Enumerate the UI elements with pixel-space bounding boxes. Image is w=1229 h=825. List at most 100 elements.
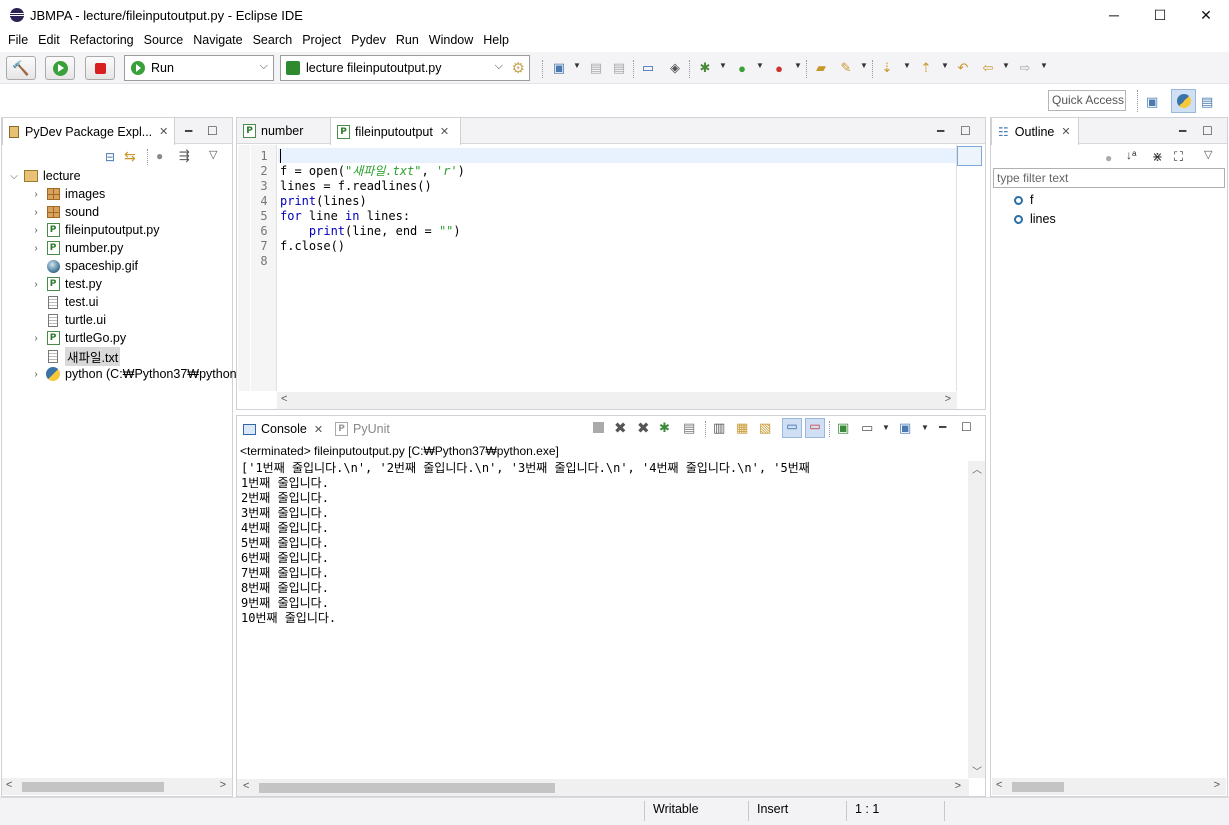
menu-navigate[interactable]: Navigate: [188, 33, 247, 47]
pydev-perspective-button[interactable]: [1171, 89, 1196, 113]
code-area[interactable]: f = open("새파일.txt", 'r') lines = f.readl…: [280, 146, 955, 389]
dropdown-arrow-icon[interactable]: ▼: [756, 61, 764, 70]
scroll-right-icon[interactable]: >: [955, 780, 961, 792]
last-edit-icon[interactable]: ↶: [955, 60, 971, 76]
menu-run[interactable]: Run: [391, 33, 424, 47]
new-wizard-icon[interactable]: ▣: [551, 60, 567, 76]
run-mode-combo[interactable]: Run ⌵: [124, 55, 274, 81]
tree-item[interactable]: spaceship.gif: [30, 257, 138, 275]
dropdown-arrow-icon[interactable]: ▼: [903, 61, 911, 70]
close-button[interactable]: ✕: [1183, 0, 1229, 30]
maximize-icon[interactable]: ☐: [1202, 124, 1213, 138]
dropdown-arrow-icon[interactable]: ▼: [794, 61, 802, 70]
save-all-icon[interactable]: ▤: [611, 60, 627, 76]
tree-item[interactable]: › python (C:₩Python37₩python: [30, 365, 237, 383]
close-icon[interactable]: ✕: [1061, 125, 1070, 138]
tab-fileinputoutput[interactable]: P fileinputoutput ✕: [330, 118, 461, 145]
tree-item[interactable]: test.ui: [30, 293, 98, 311]
scroll-left-icon[interactable]: <: [6, 779, 12, 791]
pen-icon[interactable]: ✎: [838, 60, 854, 76]
tab-outline[interactable]: ☷ Outline ✕: [991, 118, 1079, 145]
menu-refactoring[interactable]: Refactoring: [65, 33, 139, 47]
save-icon[interactable]: ▤: [588, 60, 604, 76]
build-button[interactable]: 🔨: [6, 56, 36, 80]
tree-item[interactable]: › Pnumber.py: [30, 239, 123, 257]
debug-console-icon[interactable]: ✱: [659, 420, 670, 436]
close-icon[interactable]: ✕: [159, 125, 168, 138]
pin-icon[interactable]: ▤: [683, 420, 695, 436]
previous-annotation-icon[interactable]: ⇡: [918, 60, 934, 76]
show-on-output-icon[interactable]: ▭: [782, 418, 802, 438]
menu-help[interactable]: Help: [478, 33, 514, 47]
outline-hscrollbar[interactable]: < >: [992, 778, 1226, 795]
close-icon[interactable]: ✕: [314, 423, 323, 436]
dropdown-arrow-icon[interactable]: ▼: [1002, 61, 1010, 70]
menu-project[interactable]: Project: [297, 33, 346, 47]
dropdown-arrow-icon[interactable]: ▼: [719, 61, 727, 70]
menu-file[interactable]: File: [3, 33, 33, 47]
maximize-icon[interactable]: ☐: [960, 124, 971, 138]
scroll-left-icon[interactable]: <: [281, 393, 287, 405]
maximize-icon[interactable]: ☐: [961, 420, 972, 434]
run-button[interactable]: [45, 56, 75, 80]
pydev-icon[interactable]: ◈: [667, 60, 683, 76]
tree-item[interactable]: › images: [30, 185, 105, 203]
sort-icon[interactable]: ↓ᵃ: [1126, 148, 1136, 162]
scroll-right-icon[interactable]: >: [945, 393, 951, 405]
menu-window[interactable]: Window: [424, 33, 478, 47]
scroll-left-icon[interactable]: <: [243, 780, 249, 792]
remove-launch-icon[interactable]: ✖: [614, 419, 627, 437]
view-menu-icon[interactable]: ▽: [1204, 148, 1212, 161]
gear-icon[interactable]: ⚙: [512, 59, 525, 77]
chevron-right-icon[interactable]: ›: [30, 279, 42, 290]
scrollbar-thumb[interactable]: [259, 783, 555, 793]
launch-config-combo[interactable]: lecture fileinputoutput.py ⌵ ⚙: [280, 55, 530, 81]
next-annotation-icon[interactable]: ⇣: [879, 60, 895, 76]
tab-pyunit[interactable]: P PyUnit: [329, 416, 399, 442]
terminate-icon[interactable]: [593, 422, 604, 433]
scrollbar-thumb[interactable]: [22, 782, 164, 792]
dropdown-arrow-icon[interactable]: ▼: [860, 61, 868, 70]
scroll-up-icon[interactable]: ︿: [972, 461, 982, 476]
minimize-icon[interactable]: ━: [1179, 124, 1186, 138]
chevron-right-icon[interactable]: ›: [30, 369, 42, 380]
chevron-right-icon[interactable]: ›: [30, 243, 42, 254]
remove-all-icon[interactable]: ✖: [637, 419, 650, 437]
external-tools-icon[interactable]: ●: [771, 60, 787, 76]
outline-item[interactable]: lines: [1014, 210, 1056, 228]
tree-project-lecture[interactable]: ⌵ lecture: [8, 167, 80, 185]
chevron-right-icon[interactable]: ›: [30, 207, 42, 218]
tree-item[interactable]: › Pfileinputoutput.py: [30, 221, 160, 239]
outline-item[interactable]: f: [1014, 191, 1033, 209]
menu-source[interactable]: Source: [139, 33, 189, 47]
scroll-lock-icon[interactable]: ▦: [736, 420, 748, 436]
scroll-right-icon[interactable]: >: [1214, 779, 1220, 791]
link-with-editor-icon[interactable]: ⇆: [124, 148, 136, 165]
minimize-icon[interactable]: ━: [939, 420, 946, 434]
quick-access-field[interactable]: Quick Access: [1048, 90, 1126, 111]
tree-item[interactable]: › sound: [30, 203, 99, 221]
open-console-icon[interactable]: ▣: [899, 420, 911, 436]
explorer-hscrollbar[interactable]: < >: [2, 778, 232, 795]
forward-icon[interactable]: ⇨: [1017, 60, 1033, 76]
maximize-button[interactable]: ☐: [1137, 0, 1183, 30]
tab-number[interactable]: P number: [237, 118, 330, 144]
menu-search[interactable]: Search: [248, 33, 298, 47]
dropdown-arrow-icon[interactable]: ▼: [921, 423, 929, 432]
expand-all-icon[interactable]: ⛶: [1174, 149, 1183, 165]
dropdown-arrow-icon[interactable]: ▼: [941, 61, 949, 70]
editor-hscrollbar[interactable]: < >: [277, 392, 957, 409]
minimize-icon[interactable]: ━: [185, 124, 192, 138]
minimize-icon[interactable]: ━: [937, 124, 944, 138]
scroll-left-icon[interactable]: <: [996, 779, 1002, 791]
console-vscrollbar[interactable]: ︿ ﹀: [968, 461, 985, 778]
word-wrap-icon[interactable]: ▧: [759, 420, 771, 436]
menu-edit[interactable]: Edit: [33, 33, 65, 47]
scroll-down-icon[interactable]: ﹀: [972, 763, 982, 778]
collapse-all-icon[interactable]: ⊟: [105, 150, 115, 164]
outline-filter-input[interactable]: type filter text: [993, 168, 1225, 188]
filters-icon[interactable]: ●: [156, 149, 163, 163]
clear-console-icon[interactable]: ▥: [713, 420, 725, 436]
dropdown-arrow-icon[interactable]: ▼: [573, 61, 581, 70]
open-perspective-icon[interactable]: ▣: [1146, 94, 1158, 110]
